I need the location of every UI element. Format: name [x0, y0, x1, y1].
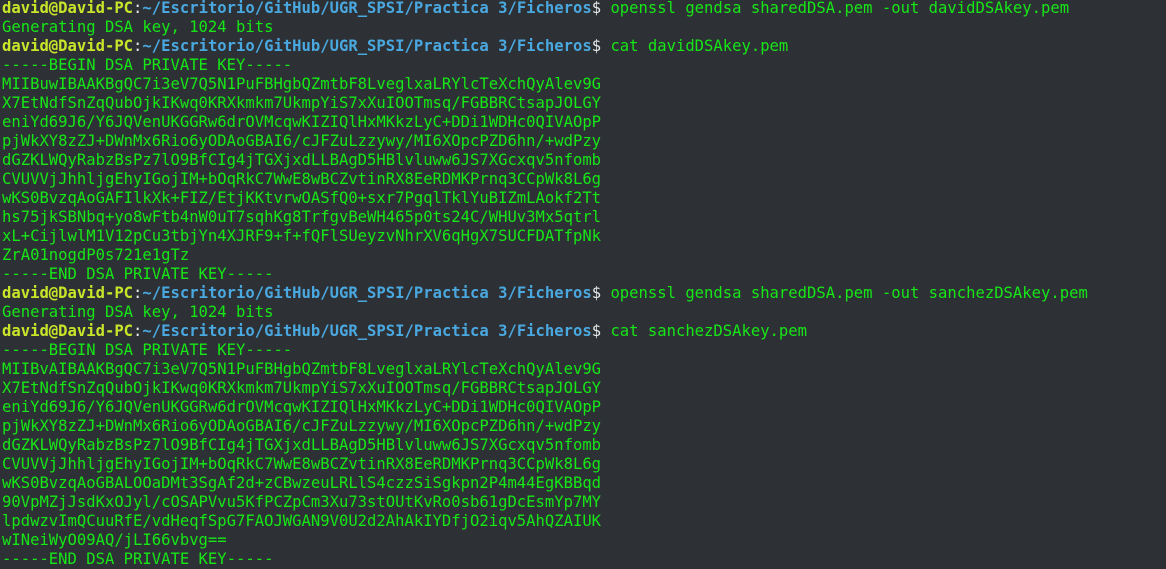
output-line: -----BEGIN DSA PRIVATE KEY----- [2, 341, 293, 359]
output-line: MIIBvAIBAAKBgQC7i3eV7Q5N1PuFBHgbQZmtbF8L… [2, 360, 602, 378]
output-line: xL+CijlwlM1V12pCu3tbjYn4XJRF9+f+fQFlSUey… [2, 227, 602, 245]
prompt-user-host: david@David-PC [2, 284, 134, 302]
prompt-path: ~/Escritorio/GitHub/UGR_SPSI/Practica 3/… [142, 322, 592, 340]
output-line: Generating DSA key, 1024 bits [2, 18, 274, 36]
output-line: eniYd69J6/Y6JQVenUKGGRw6drOVMcqwKIZIQlHx… [2, 113, 602, 131]
output-line: wKS0BvzqAoGBALOOaDMt3SgAf2d+zCBwzeuLRLlS… [2, 474, 602, 492]
prompt-path: ~/Escritorio/GitHub/UGR_SPSI/Practica 3/… [142, 37, 592, 55]
output-line: pjWkXY8zZJ+DWnMx6Rio6yODAoGBAI6/cJFZuLzz… [2, 132, 602, 150]
prompt-line: david@David-PC:~/Escritorio/GitHub/UGR_S… [2, 322, 1166, 341]
command-text: openssl gendsa sharedDSA.pem -out sanche… [610, 284, 1088, 302]
output-line: dGZKLWQyRabzBsPz7lO9BfCIg4jTGXjxdLLBAgD5… [2, 436, 602, 454]
output-line: Generating DSA key, 1024 bits [2, 303, 274, 321]
output-line: CVUVVjJhhljgEhyIGojIM+bOqRkC7WwE8wBCZvti… [2, 455, 602, 473]
output-line: -----BEGIN DSA PRIVATE KEY----- [2, 56, 293, 74]
command-text: cat sanchezDSAkey.pem [610, 322, 807, 340]
output-line: CVUVVjJhhljgEhyIGojIM+bOqRkC7WwE8wBCZvti… [2, 170, 602, 188]
prompt-line: david@David-PC:~/Escritorio/GitHub/UGR_S… [2, 284, 1166, 303]
output-line: wINeiWyO09AQ/jLI66vbvg== [2, 531, 227, 549]
output-line: 90VpMZjJsdKxOJyl/cOSAPVvu5KfPCZpCm3Xu73s… [2, 493, 602, 511]
terminal-output[interactable]: david@David-PC:~/Escritorio/GitHub/UGR_S… [0, 0, 1166, 569]
prompt-user-host: david@David-PC [2, 37, 134, 55]
output-line: lpdwzvImQCuuRfE/vdHeqfSpG7FAOJWGAN9V0U2d… [2, 512, 602, 530]
output-line: pjWkXY8zZJ+DWnMx6Rio6yODAoGBAI6/cJFZuLzz… [2, 417, 602, 435]
prompt-line: david@David-PC:~/Escritorio/GitHub/UGR_S… [2, 0, 1166, 18]
prompt-user-host: david@David-PC [2, 322, 134, 340]
prompt-symbol: $ [591, 322, 611, 340]
prompt-user-host: david@David-PC [2, 0, 134, 17]
prompt-symbol: $ [591, 0, 611, 17]
prompt-path: ~/Escritorio/GitHub/UGR_SPSI/Practica 3/… [142, 284, 592, 302]
output-line: -----END DSA PRIVATE KEY----- [2, 550, 274, 568]
output-line: ZrA01nogdP0s721e1gTz [2, 246, 190, 264]
output-line: eniYd69J6/Y6JQVenUKGGRw6drOVMcqwKIZIQlHx… [2, 398, 602, 416]
output-line: -----END DSA PRIVATE KEY----- [2, 265, 274, 283]
prompt-path: ~/Escritorio/GitHub/UGR_SPSI/Practica 3/… [142, 0, 592, 17]
output-line: X7EtNdfSnZqQubOjkIKwq0KRXkmkm7UkmpYiS7xX… [2, 379, 602, 397]
command-text: cat davidDSAkey.pem [610, 37, 789, 55]
prompt-line: david@David-PC:~/Escritorio/GitHub/UGR_S… [2, 37, 1166, 56]
output-line: dGZKLWQyRabzBsPz7lO9BfCIg4jTGXjxdLLBAgD5… [2, 151, 602, 169]
output-line: MIIBuwIBAAKBgQC7i3eV7Q5N1PuFBHgbQZmtbF8L… [2, 75, 602, 93]
output-line: hs75jkSBNbq+yo8wFtb4nW0uT7sqhKg8TrfgvBeW… [2, 208, 602, 226]
command-text: openssl gendsa sharedDSA.pem -out davidD… [610, 0, 1070, 17]
output-line: wKS0BvzqAoGAFIlkXk+FIZ/EtjKKtvrwOASfQ0+s… [2, 189, 602, 207]
prompt-symbol: $ [591, 284, 611, 302]
output-line: X7EtNdfSnZqQubOjkIKwq0KRXkmkm7UkmpYiS7xX… [2, 94, 602, 112]
prompt-symbol: $ [591, 37, 611, 55]
